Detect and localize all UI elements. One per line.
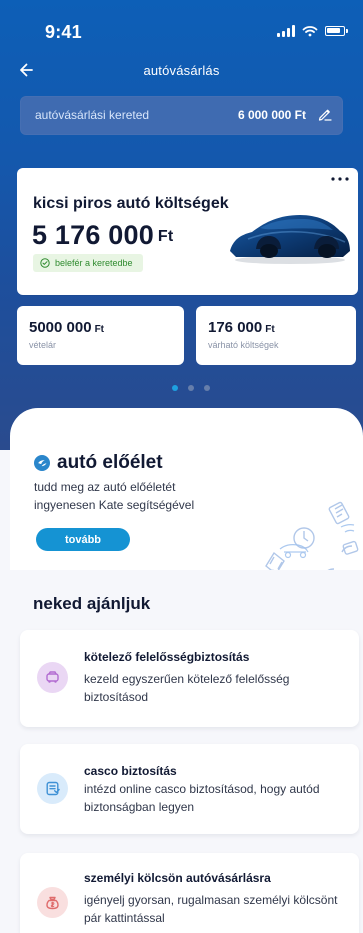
status-time: 9:41 <box>45 22 82 42</box>
car-cost-summary-card[interactable]: kicsi piros autó költségek 5 176 000 Ft b… <box>17 168 358 295</box>
pencil-icon[interactable] <box>317 106 333 122</box>
vehicle-history-card[interactable]: autó előélet tudd meg az autó előéletét … <box>10 408 363 570</box>
budget-summary[interactable]: autóvásárlási kereted 6 000 000 Ft <box>20 96 343 135</box>
autotrack-icon <box>34 455 50 471</box>
purchase-price-currency: Ft <box>94 324 105 335</box>
status-bar: 9:41 <box>0 0 363 52</box>
vehicle-history-header: autó előélet <box>34 452 163 474</box>
vehicle-history-more-button[interactable]: tovább <box>36 528 130 551</box>
money-bag-icon <box>46 896 59 910</box>
offer-card-liability[interactable]: kötelező felelősségbiztosítás kezeld egy… <box>20 630 359 727</box>
purchase-price-label: vételár <box>29 340 57 350</box>
status-icons <box>277 25 348 37</box>
carousel-pager <box>172 385 210 391</box>
offer-title: személyi kölcsön autóvásárlásra <box>84 871 271 885</box>
offer-icon-wrap <box>37 887 68 918</box>
amount-currency: Ft <box>157 228 174 245</box>
offer-title: kötelező felelősségbiztosítás <box>84 650 250 664</box>
hero-background: 9:41 autóvásárlás autóvásárlási kereted … <box>0 0 363 450</box>
offer-title: casco biztosítás <box>84 764 177 778</box>
budget-fit-label: belefér a keretedbe <box>55 258 133 268</box>
offer-icon-wrap <box>37 773 68 804</box>
car-icon <box>46 671 59 683</box>
check-circle-icon <box>40 258 50 268</box>
offer-icon-wrap <box>37 662 68 693</box>
expected-costs-currency: Ft <box>265 324 275 335</box>
vehicle-history-title: autó előélet <box>57 452 163 473</box>
pager-dot-3[interactable] <box>204 385 210 391</box>
recommendations-heading: neked ajánljuk <box>33 594 151 613</box>
expected-costs-card[interactable]: 176 000 Ft várható költségek <box>196 306 356 365</box>
car-cost-title: kicsi piros autó költségek <box>33 195 229 212</box>
purchase-price-value: 5000 000 Ft <box>29 319 104 336</box>
wifi-icon <box>302 26 318 37</box>
pager-dot-2[interactable] <box>188 385 194 391</box>
expected-costs-value: 176 000 Ft <box>208 319 275 336</box>
offer-description: kezeld egyszerűen kötelező felelősség bi… <box>84 672 290 704</box>
amount-value: 5 176 000 <box>32 220 154 250</box>
phone-screen: 9:41 autóvásárlás autóvásárlási kereted … <box>0 0 363 933</box>
purchase-price-card[interactable]: 5000 000 Ft vételár <box>17 306 184 365</box>
budget-value: 6 000 000 Ft <box>237 108 306 122</box>
covered-car-icon <box>230 215 350 264</box>
budget-label: autóvásárlási kereted <box>35 108 150 122</box>
offer-card-personal-loan[interactable]: személyi kölcsön autóvásárlásra igényelj… <box>20 853 359 933</box>
more-icon[interactable] <box>328 174 352 184</box>
pager-dot-1[interactable] <box>172 385 178 391</box>
signal-icon <box>277 25 295 37</box>
expected-costs-number: 176 000 <box>208 319 263 336</box>
offer-card-casco[interactable]: casco biztosítás intézd online casco biz… <box>20 744 359 834</box>
offer-description: igényelj gyorsan, rugalmasan személyi kö… <box>84 893 338 925</box>
vehicle-history-illustration <box>258 501 359 570</box>
casco-document-icon <box>46 781 60 796</box>
car-cost-amount: 5 176 000 Ft <box>32 220 173 251</box>
battery-icon <box>325 26 348 36</box>
purchase-price-number: 5000 000 <box>29 319 92 336</box>
budget-fit-badge: belefér a keretedbe <box>33 254 143 272</box>
page-title: autóvásárlás <box>143 63 220 78</box>
expected-costs-label: várható költségek <box>208 340 279 350</box>
offer-description: intézd online casco biztosításod, hogy a… <box>84 782 320 814</box>
